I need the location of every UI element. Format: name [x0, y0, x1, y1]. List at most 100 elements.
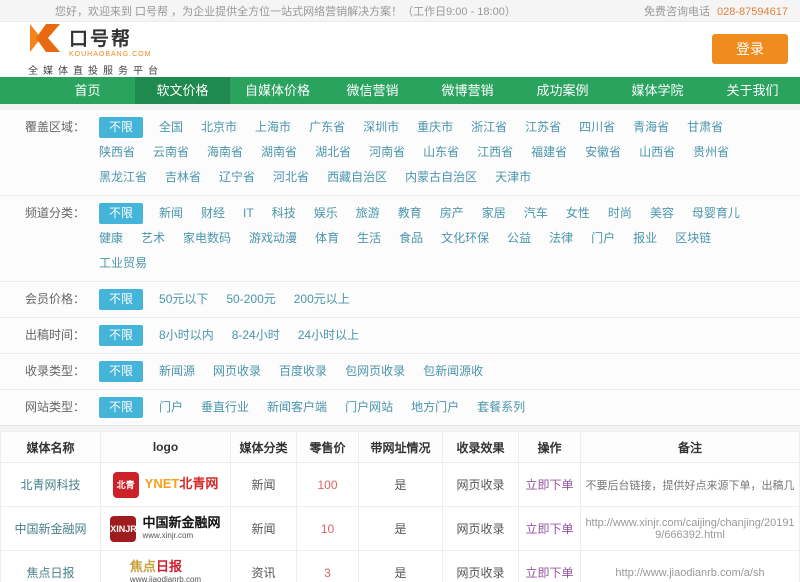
filter-option-inclusion-type[interactable]: 新闻源 — [159, 361, 195, 382]
filter-option-inclusion-type[interactable]: 百度收录 — [279, 361, 327, 382]
filter-option-member-price[interactable]: 50-200元 — [226, 289, 275, 310]
filter-option-region[interactable]: 安徽省 — [585, 142, 621, 163]
media-name-link[interactable]: 焦点日报 — [26, 566, 74, 580]
filter-option-region[interactable]: 湖北省 — [315, 142, 351, 163]
filter-option-region[interactable]: 西藏自治区 — [327, 167, 387, 188]
filter-option-channel[interactable]: 健康 — [99, 228, 123, 249]
filter-option-region[interactable]: 四川省 — [579, 117, 615, 138]
filter-option-channel[interactable]: 游戏动漫 — [249, 228, 297, 249]
filter-option-channel[interactable]: 时尚 — [608, 203, 632, 224]
filter-option-region[interactable]: 上海市 — [255, 117, 291, 138]
filter-option-site-type[interactable]: 套餐系列 — [477, 397, 525, 418]
filter-option-inclusion-type-unlimited[interactable]: 不限 — [99, 361, 143, 382]
filter-option-region[interactable]: 广东省 — [309, 117, 345, 138]
filter-option-channel[interactable]: 教育 — [398, 203, 422, 224]
filter-option-region[interactable]: 山西省 — [639, 142, 675, 163]
nav-item-wechat-marketing[interactable]: 微信营销 — [325, 77, 420, 104]
media-name-link[interactable]: 中国新金融网 — [14, 522, 86, 536]
filter-option-channel[interactable]: 体育 — [315, 228, 339, 249]
filter-option-region[interactable]: 黑龙江省 — [99, 167, 147, 188]
filter-option-channel[interactable]: 新闻 — [159, 203, 183, 224]
filter-option-region[interactable]: 贵州省 — [693, 142, 729, 163]
nav-item-about-us[interactable]: 关于我们 — [705, 77, 800, 104]
filter-option-channel[interactable]: 食品 — [399, 228, 423, 249]
filter-option-region[interactable]: 福建省 — [531, 142, 567, 163]
filter-option-channel[interactable]: 汽车 — [524, 203, 548, 224]
login-button[interactable]: 登录 — [712, 34, 788, 64]
nav-item-article-price[interactable]: 软文价格 — [135, 77, 230, 104]
filter-option-site-type[interactable]: 垂直行业 — [201, 397, 249, 418]
filter-option-region[interactable]: 青海省 — [633, 117, 669, 138]
filter-option-member-price[interactable]: 50元以下 — [159, 289, 208, 310]
filter-option-channel[interactable]: 科技 — [272, 203, 296, 224]
filter-option-region[interactable]: 深圳市 — [363, 117, 399, 138]
filter-option-region[interactable]: 北京市 — [201, 117, 237, 138]
filter-option-region[interactable]: 重庆市 — [417, 117, 453, 138]
filter-option-channel[interactable]: 美容 — [650, 203, 674, 224]
filter-option-region[interactable]: 甘肃省 — [687, 117, 723, 138]
filter-option-channel[interactable]: 生活 — [357, 228, 381, 249]
filter-option-publish-time-unlimited[interactable]: 不限 — [99, 325, 143, 346]
filter-option-inclusion-type[interactable]: 包新闻源收 — [423, 361, 483, 382]
filter-option-region[interactable]: 辽宁省 — [219, 167, 255, 188]
filter-option-channel[interactable]: 母婴育儿 — [692, 203, 740, 224]
nav-item-media-academy[interactable]: 媒体学院 — [610, 77, 705, 104]
filter-option-channel[interactable]: 房产 — [440, 203, 464, 224]
filter-option-channel[interactable]: 公益 — [507, 228, 531, 249]
retail-price: 3 — [297, 551, 359, 582]
order-now-link[interactable]: 立即下单 — [525, 522, 573, 536]
filter-option-region[interactable]: 云南省 — [153, 142, 189, 163]
filter-option-publish-time[interactable]: 8-24小时 — [232, 325, 280, 346]
filter-option-site-type[interactable]: 地方门户 — [411, 397, 459, 418]
filter-option-channel[interactable]: 报业 — [633, 228, 657, 249]
filter-option-region-unlimited[interactable]: 不限 — [99, 117, 143, 138]
filter-option-region[interactable]: 江西省 — [477, 142, 513, 163]
filter-option-channel[interactable]: 法律 — [549, 228, 573, 249]
filter-option-channel[interactable]: 工业贸易 — [99, 253, 147, 274]
filter-option-region[interactable]: 江苏省 — [525, 117, 561, 138]
filter-option-member-price-unlimited[interactable]: 不限 — [99, 289, 143, 310]
media-name-link[interactable]: 北青网科技 — [20, 478, 80, 492]
filter-option-member-price[interactable]: 200元以上 — [294, 289, 350, 310]
filter-option-region[interactable]: 海南省 — [207, 142, 243, 163]
filter-option-region[interactable]: 陕西省 — [99, 142, 135, 163]
filter-option-region[interactable]: 全国 — [159, 117, 183, 138]
filter-option-channel[interactable]: IT — [243, 203, 254, 224]
filter-option-publish-time[interactable]: 24小时以上 — [298, 325, 359, 346]
media-logo: XINJR中国新金融网www.xinjr.com — [105, 516, 226, 542]
filter-option-channel[interactable]: 文化环保 — [441, 228, 489, 249]
filter-option-site-type[interactable]: 门户 — [159, 397, 183, 418]
filter-option-site-type[interactable]: 门户网站 — [345, 397, 393, 418]
filter-option-site-type-unlimited[interactable]: 不限 — [99, 397, 143, 418]
filter-option-channel[interactable]: 娱乐 — [314, 203, 338, 224]
filter-option-region[interactable]: 浙江省 — [471, 117, 507, 138]
order-now-link[interactable]: 立即下单 — [525, 478, 573, 492]
nav-item-wemedia-price[interactable]: 自媒体价格 — [230, 77, 325, 104]
filter-option-inclusion-type[interactable]: 包网页收录 — [345, 361, 405, 382]
filter-option-channel[interactable]: 家电数码 — [183, 228, 231, 249]
filter-label-region: 覆盖区域： — [25, 115, 99, 139]
order-now-link[interactable]: 立即下单 — [525, 566, 573, 580]
filter-option-region[interactable]: 河南省 — [369, 142, 405, 163]
site-logo[interactable]: 口号帮 KOUHAOBANG.COM 全媒体直投服务平台 — [28, 23, 163, 77]
nav-item-weibo-marketing[interactable]: 微博营销 — [420, 77, 515, 104]
filter-option-channel[interactable]: 门户 — [591, 228, 615, 249]
filter-option-channel[interactable]: 家居 — [482, 203, 506, 224]
filter-option-inclusion-type[interactable]: 网页收录 — [213, 361, 261, 382]
nav-item-success-cases[interactable]: 成功案例 — [515, 77, 610, 104]
nav-item-home[interactable]: 首页 — [40, 77, 135, 104]
filter-option-site-type[interactable]: 新闻客户端 — [267, 397, 327, 418]
filter-option-region[interactable]: 天津市 — [495, 167, 531, 188]
filter-option-channel[interactable]: 艺术 — [141, 228, 165, 249]
filter-option-publish-time[interactable]: 8小时以内 — [159, 325, 214, 346]
filter-option-region[interactable]: 湖南省 — [261, 142, 297, 163]
filter-option-channel-unlimited[interactable]: 不限 — [99, 203, 143, 224]
filter-option-region[interactable]: 河北省 — [273, 167, 309, 188]
filter-option-channel[interactable]: 财经 — [201, 203, 225, 224]
filter-option-channel[interactable]: 区块链 — [675, 228, 711, 249]
filter-option-channel[interactable]: 旅游 — [356, 203, 380, 224]
filter-option-region[interactable]: 山东省 — [423, 142, 459, 163]
filter-option-region[interactable]: 吉林省 — [165, 167, 201, 188]
filter-option-region[interactable]: 内蒙古自治区 — [405, 167, 477, 188]
filter-option-channel[interactable]: 女性 — [566, 203, 590, 224]
